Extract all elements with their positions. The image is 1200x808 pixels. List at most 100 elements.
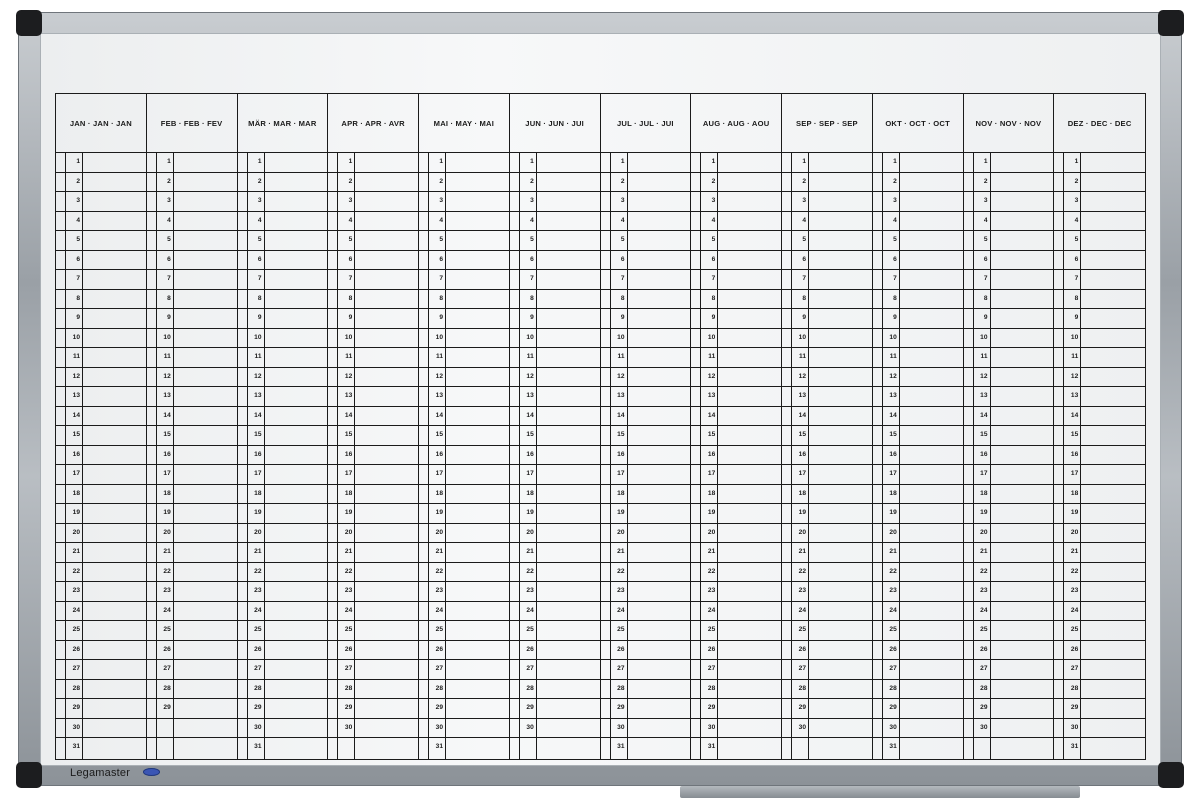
day-cell[interactable]: 19: [428, 504, 509, 523]
day-cell[interactable]: 14: [609, 406, 691, 425]
day-cell[interactable]: 2: [65, 172, 146, 191]
day-cell[interactable]: 12: [791, 367, 872, 386]
day-cell[interactable]: 7: [609, 270, 691, 289]
day-write-area[interactable]: [354, 192, 418, 211]
day-write-area[interactable]: [82, 543, 146, 562]
day-cell[interactable]: 23: [428, 582, 509, 601]
day-write-area[interactable]: [354, 250, 418, 269]
day-cell[interactable]: 1: [700, 153, 781, 172]
day-cell[interactable]: 24: [155, 601, 237, 620]
day-write-area[interactable]: [172, 660, 237, 679]
day-write-area[interactable]: [989, 153, 1054, 172]
day-write-area[interactable]: [445, 445, 509, 464]
day-cell[interactable]: [791, 738, 872, 759]
day-cell[interactable]: 2: [518, 172, 600, 191]
day-write-area[interactable]: [263, 718, 328, 737]
day-cell[interactable]: 30: [1063, 718, 1144, 737]
day-cell[interactable]: 27: [1063, 660, 1144, 679]
day-cell[interactable]: 9: [881, 309, 963, 328]
day-cell[interactable]: 25: [791, 621, 872, 640]
day-cell[interactable]: 30: [518, 718, 600, 737]
day-cell[interactable]: 29: [155, 699, 237, 718]
day-cell[interactable]: 3: [881, 192, 963, 211]
day-cell[interactable]: 25: [428, 621, 509, 640]
day-cell[interactable]: 19: [791, 504, 872, 523]
day-write-area[interactable]: [445, 582, 509, 601]
day-write-area[interactable]: [263, 582, 328, 601]
day-cell[interactable]: 8: [609, 289, 691, 308]
day-write-area[interactable]: [535, 192, 600, 211]
day-cell[interactable]: 3: [428, 192, 509, 211]
day-write-area[interactable]: [898, 738, 963, 759]
day-cell[interactable]: 21: [65, 543, 146, 562]
day-write-area[interactable]: [898, 504, 963, 523]
day-write-area[interactable]: [989, 348, 1054, 367]
day-write-area[interactable]: [989, 289, 1054, 308]
day-write-area[interactable]: [172, 367, 237, 386]
day-cell[interactable]: 25: [881, 621, 963, 640]
day-write-area[interactable]: [898, 523, 963, 542]
day-cell[interactable]: 5: [155, 231, 237, 250]
day-cell[interactable]: 28: [609, 679, 691, 698]
day-cell[interactable]: [155, 718, 237, 737]
day-cell[interactable]: 15: [1063, 426, 1144, 445]
day-write-area[interactable]: [717, 211, 781, 230]
day-write-area[interactable]: [898, 465, 963, 484]
day-cell[interactable]: 10: [881, 328, 963, 347]
day-cell[interactable]: 11: [155, 348, 237, 367]
day-write-area[interactable]: [354, 562, 418, 581]
day-cell[interactable]: 16: [155, 445, 237, 464]
day-cell[interactable]: 14: [518, 406, 600, 425]
day-cell[interactable]: 17: [1063, 465, 1144, 484]
day-cell[interactable]: 18: [700, 484, 781, 503]
day-write-area[interactable]: [263, 231, 328, 250]
day-write-area[interactable]: [1080, 582, 1144, 601]
day-cell[interactable]: 21: [609, 543, 691, 562]
day-write-area[interactable]: [989, 718, 1054, 737]
day-cell[interactable]: 31: [700, 738, 781, 759]
day-write-area[interactable]: [626, 601, 691, 620]
day-cell[interactable]: [337, 738, 418, 759]
day-write-area[interactable]: [898, 348, 963, 367]
day-cell[interactable]: 20: [518, 523, 600, 542]
day-cell[interactable]: 15: [428, 426, 509, 445]
day-write-area[interactable]: [717, 172, 781, 191]
day-write-area[interactable]: [263, 426, 328, 445]
day-cell[interactable]: 9: [972, 309, 1054, 328]
day-write-area[interactable]: [808, 426, 872, 445]
day-write-area[interactable]: [1080, 153, 1144, 172]
day-cell[interactable]: 29: [428, 699, 509, 718]
day-write-area[interactable]: [172, 523, 237, 542]
day-cell[interactable]: 29: [1063, 699, 1144, 718]
day-write-area[interactable]: [535, 153, 600, 172]
day-write-area[interactable]: [82, 660, 146, 679]
day-write-area[interactable]: [445, 426, 509, 445]
day-cell[interactable]: 3: [65, 192, 146, 211]
day-write-area[interactable]: [82, 387, 146, 406]
day-write-area[interactable]: [808, 718, 872, 737]
day-cell[interactable]: 14: [972, 406, 1054, 425]
day-cell[interactable]: 14: [700, 406, 781, 425]
day-cell[interactable]: 23: [1063, 582, 1144, 601]
day-write-area[interactable]: [172, 153, 237, 172]
day-write-area[interactable]: [717, 601, 781, 620]
day-write-area[interactable]: [354, 601, 418, 620]
day-write-area[interactable]: [263, 699, 328, 718]
day-cell[interactable]: 21: [700, 543, 781, 562]
day-write-area[interactable]: [535, 484, 600, 503]
day-write-area[interactable]: [535, 738, 600, 759]
day-write-area[interactable]: [1080, 718, 1144, 737]
day-write-area[interactable]: [626, 250, 691, 269]
day-cell[interactable]: 26: [609, 640, 691, 659]
day-write-area[interactable]: [1080, 172, 1144, 191]
day-write-area[interactable]: [717, 718, 781, 737]
day-cell[interactable]: 15: [881, 426, 963, 445]
day-cell[interactable]: 7: [428, 270, 509, 289]
day-write-area[interactable]: [172, 621, 237, 640]
day-cell[interactable]: 29: [791, 699, 872, 718]
day-cell[interactable]: 5: [428, 231, 509, 250]
day-cell[interactable]: 30: [609, 718, 691, 737]
day-cell[interactable]: [155, 738, 237, 759]
day-write-area[interactable]: [808, 562, 872, 581]
day-cell[interactable]: 29: [881, 699, 963, 718]
